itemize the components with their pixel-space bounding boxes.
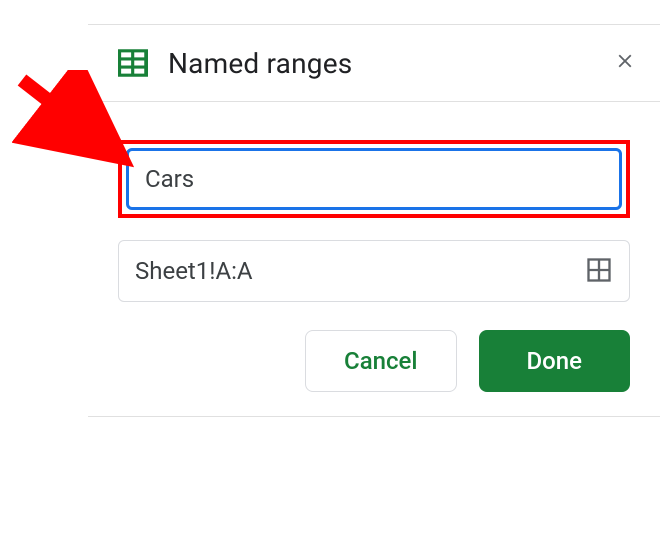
panel-title: Named ranges [168, 47, 610, 80]
close-button[interactable] [610, 45, 640, 81]
range-reference-input[interactable] [135, 257, 583, 285]
cancel-button[interactable]: Cancel [305, 330, 456, 392]
close-icon [614, 47, 636, 78]
action-row: Cancel Done [118, 330, 630, 392]
name-field-highlight [118, 140, 630, 218]
range-name-input[interactable] [126, 148, 622, 210]
done-button[interactable]: Done [479, 330, 631, 392]
range-field-row [118, 240, 630, 302]
panel-header: Named ranges [88, 25, 660, 102]
panel-body: Cancel Done [88, 102, 660, 417]
named-ranges-panel: Named ranges [88, 24, 660, 417]
grid-icon [585, 272, 613, 287]
sheets-icon [118, 49, 148, 77]
select-range-button[interactable] [583, 254, 615, 289]
